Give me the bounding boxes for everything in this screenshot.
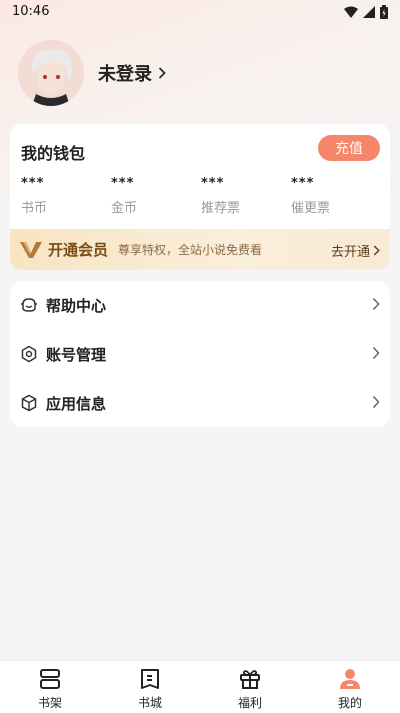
vip-subtitle: 尊享特权，全站小说免费看 <box>118 243 263 257</box>
bookshelf-icon <box>40 669 60 689</box>
tab-label: 书城 <box>137 696 162 710</box>
vip-title: 开通会员 <box>48 241 109 259</box>
avatar-image <box>18 40 84 106</box>
stat-book-coins[interactable]: *** 书币 <box>21 176 47 216</box>
wallet-title: 我的钱包 <box>21 144 86 163</box>
bookstore-icon <box>141 669 159 689</box>
stat-value: *** <box>111 176 135 191</box>
wifi-icon <box>344 6 358 18</box>
stat-value: *** <box>201 176 225 191</box>
tab-label: 我的 <box>337 696 362 710</box>
stat-label: 书币 <box>21 201 48 216</box>
vip-open-label: 去开通 <box>330 245 370 260</box>
bottom-tab-bar: 书架 书城 福利 我的 <box>0 660 400 713</box>
tab-bookstore[interactable]: 书城 <box>120 667 180 711</box>
app-info-icon <box>20 394 38 412</box>
status-icons <box>344 5 388 19</box>
chevron-right-icon <box>373 245 380 256</box>
tab-label: 书架 <box>37 696 62 710</box>
signal-icon <box>363 6 375 18</box>
chevron-right-icon <box>372 346 380 360</box>
vip-banner[interactable]: 开通会员 尊享特权，全站小说免费看 去开通 <box>10 229 390 270</box>
chevron-right-icon <box>372 297 380 311</box>
profile-icon <box>340 669 360 689</box>
menu-card: 帮助中心 账号管理 应用信息 <box>10 281 390 427</box>
login-text: 未登录 <box>98 64 152 85</box>
stat-gold-coins[interactable]: *** 金币 <box>111 176 137 216</box>
status-bar: 10:46 <box>0 0 400 24</box>
menu-label: 应用信息 <box>46 394 107 413</box>
tab-welfare[interactable]: 福利 <box>220 667 280 711</box>
account-management-icon <box>20 345 38 363</box>
tab-bookshelf[interactable]: 书架 <box>20 667 80 711</box>
tab-profile[interactable]: 我的 <box>320 667 380 711</box>
stat-value: *** <box>291 176 315 191</box>
menu-item-help-center[interactable]: 帮助中心 <box>10 281 390 329</box>
help-center-icon <box>20 296 38 314</box>
stat-label: 催更票 <box>291 201 331 216</box>
chevron-right-icon <box>372 395 380 409</box>
recharge-button[interactable]: 充值 <box>318 135 380 161</box>
profile-header[interactable]: 未登录 <box>18 40 166 106</box>
menu-item-account-management[interactable]: 账号管理 <box>10 330 390 378</box>
wallet-card: 我的钱包 充值 *** 书币 *** 金币 *** 推荐票 *** 催更票 开通… <box>10 124 390 270</box>
tab-label: 福利 <box>237 696 262 710</box>
login-link[interactable]: 未登录 <box>98 60 166 86</box>
vip-v-icon <box>20 241 42 258</box>
menu-item-app-info[interactable]: 应用信息 <box>10 379 390 427</box>
stat-recommend-tickets[interactable]: *** 推荐票 <box>201 176 240 216</box>
gift-icon <box>240 670 260 689</box>
menu-label: 帮助中心 <box>46 296 107 315</box>
stat-value: *** <box>21 176 45 191</box>
stat-label: 推荐票 <box>201 201 241 216</box>
avatar[interactable] <box>18 40 84 106</box>
stat-urge-tickets[interactable]: *** 催更票 <box>291 176 330 216</box>
chevron-right-icon <box>158 67 166 79</box>
vip-open-button[interactable]: 去开通 <box>331 241 380 260</box>
status-time: 10:46 <box>12 4 50 19</box>
menu-label: 账号管理 <box>46 345 107 364</box>
battery-icon <box>380 5 388 19</box>
stat-label: 金币 <box>111 201 138 216</box>
